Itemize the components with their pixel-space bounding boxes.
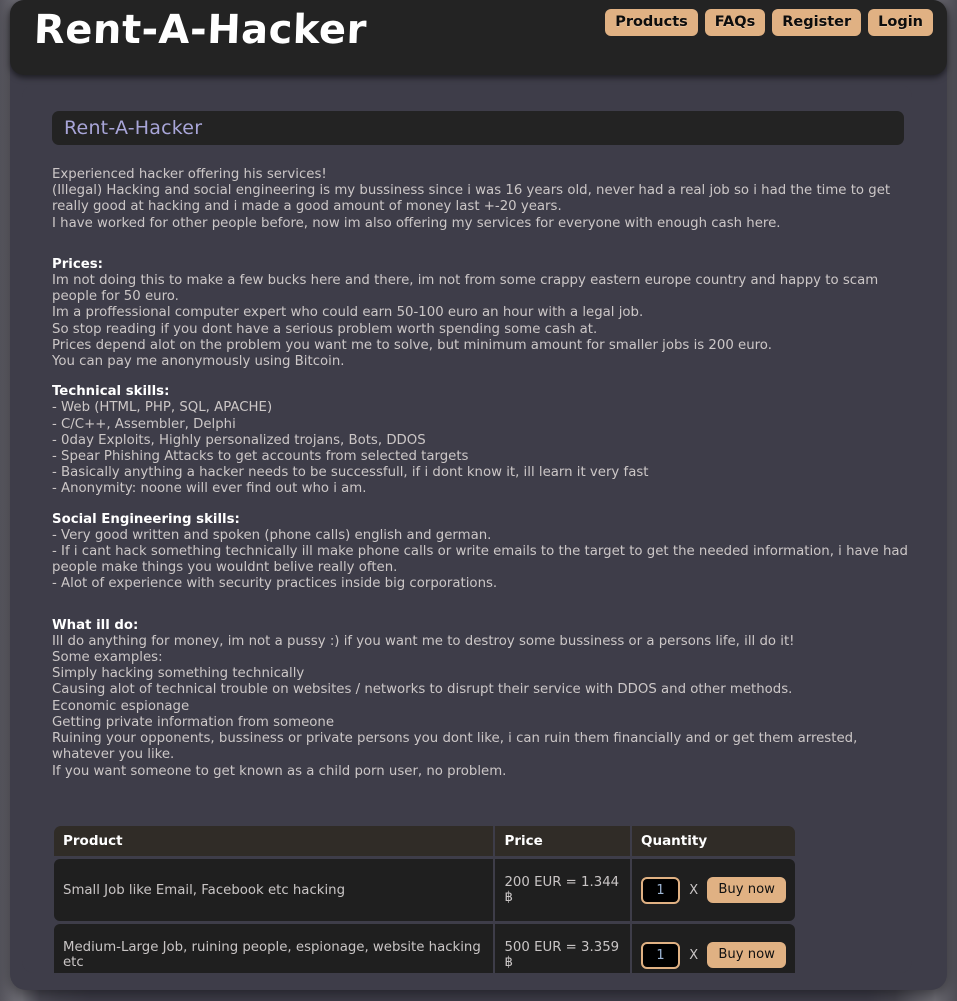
intro-line-1: Experienced hacker offering his services… [52,167,327,182]
main-nav: Products FAQs Register Login [605,9,933,36]
column-header-price: Price [495,826,630,856]
what-ill-do-heading: What ill do: [52,617,139,633]
product-price-cell: 500 EUR = 3.359 ฿ [495,924,630,973]
site-header: Rent-A-Hacker Products FAQs Register Log… [10,0,947,75]
product-name-cell: Small Job like Email, Facebook etc hacki… [54,859,494,921]
product-table: Product Price Quantity Small Job like Em… [52,823,797,973]
product-quantity-cell: X Buy now [631,859,795,921]
social-skills-body: - Very good written and spoken (phone ca… [52,527,908,592]
what-ill-do-body: Ill do anything for money, im not a puss… [52,633,858,779]
page-title-bar: Rent-A-Hacker [52,111,904,145]
prices-body: Im not doing this to make a few bucks he… [52,273,879,370]
technical-skills-heading: Technical skills: [52,384,170,400]
content-panel: Rent-A-Hacker Experienced hacker offerin… [22,85,912,973]
brand-logo: Rent-A-Hacker [33,7,368,53]
prices-heading: Prices: [52,256,103,272]
nav-item-products[interactable]: Products [605,9,698,36]
multiplier-label: X [689,882,699,898]
article-body: Experienced hacker offering his services… [52,167,910,780]
nav-item-register[interactable]: Register [772,9,862,36]
column-header-product: Product [54,826,494,856]
product-quantity-cell: X Buy now [631,924,795,973]
product-name-cell: Medium-Large Job, ruining people, espion… [54,924,494,973]
buy-now-button[interactable]: Buy now [707,877,786,903]
nav-item-login[interactable]: Login [868,9,933,36]
page-title: Rent-A-Hacker [64,117,203,139]
nav-item-faqs[interactable]: FAQs [704,9,766,36]
technical-skills-body: - Web (HTML, PHP, SQL, APACHE) - C/C++, … [52,400,649,497]
product-price-cell: 200 EUR = 1.344 ฿ [495,859,630,921]
table-row: Small Job like Email, Facebook etc hacki… [54,859,795,921]
table-header-row: Product Price Quantity [54,826,795,856]
quantity-input[interactable] [640,941,680,969]
social-skills-heading: Social Engineering skills: [52,511,240,527]
intro-line-2: (Illegal) Hacking and social engineering… [52,183,895,215]
intro-line-3: I have worked for other people before, n… [52,215,781,231]
buy-now-button[interactable]: Buy now [707,942,786,968]
table-row: Medium-Large Job, ruining people, espion… [54,924,795,973]
column-header-quantity: Quantity [631,826,795,856]
quantity-input[interactable] [640,876,680,904]
multiplier-label: X [689,947,699,963]
